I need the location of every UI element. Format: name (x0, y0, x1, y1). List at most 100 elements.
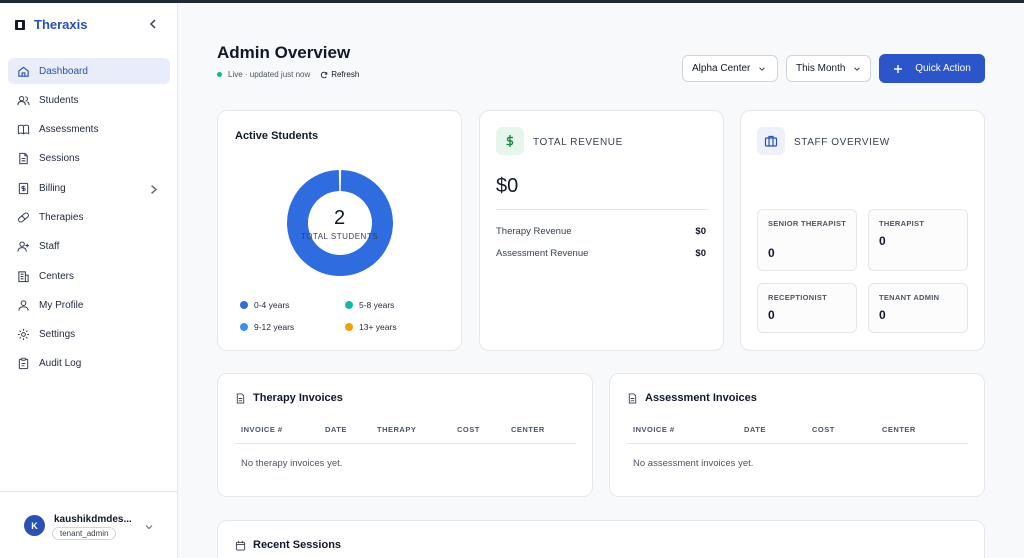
column-header[interactable]: CENTER (511, 425, 545, 434)
quick-action-button[interactable]: Quick Action (879, 54, 985, 83)
sidebar-item-settings[interactable]: Settings (8, 322, 170, 348)
column-header[interactable]: COST (457, 425, 480, 434)
revenue-total: $0 (496, 175, 519, 197)
user-role-badge: tenant_admin (52, 527, 117, 540)
assessment-revenue-label: Assessment Revenue (496, 248, 589, 259)
empty-state-text: No assessment invoices yet. (633, 458, 754, 469)
legend-label: 9-12 years (254, 322, 295, 332)
refresh-button[interactable]: Refresh (320, 70, 359, 79)
sidebar-item-audit-log[interactable]: Audit Log (8, 351, 170, 377)
briefcase-icon (764, 135, 778, 147)
column-header[interactable]: INVOICE # (633, 425, 675, 434)
user-plus-icon (17, 241, 30, 252)
pill-icon (18, 212, 29, 223)
sidebar-item-label: Billing (39, 182, 66, 194)
staff-role-label: THERAPIST (879, 219, 925, 228)
center-select[interactable]: Alpha Center (682, 55, 778, 82)
assessment-revenue-row: Assessment Revenue $0 (496, 248, 706, 259)
legend-item-5-8: 5-8 years (345, 300, 394, 310)
sidebar: Theraxis Dashboard Students Assessments … (0, 3, 178, 558)
building-icon (18, 270, 29, 282)
staff-role-card: THERAPIST 0 (868, 209, 968, 271)
column-header[interactable]: CENTER (882, 425, 916, 434)
table-header-divider (235, 443, 576, 444)
document-icon (628, 393, 637, 404)
staff-overview-label: STAFF OVERVIEW (794, 137, 890, 148)
legend-label: 0-4 years (254, 300, 290, 310)
book-icon (17, 124, 30, 135)
home-icon (18, 66, 29, 77)
legend-item-13-plus: 13+ years (345, 322, 397, 332)
dollar-icon (506, 135, 514, 147)
center-select-value: Alpha Center (692, 63, 751, 74)
sidebar-item-students[interactable]: Students (8, 87, 170, 113)
sidebar-nav: Dashboard Students Assessments Sessions … (8, 58, 170, 380)
live-status-text: Live · updated just now (228, 70, 311, 79)
page-title: Admin Overview (217, 43, 351, 62)
legend-dot (345, 301, 353, 309)
therapy-revenue-amount: $0 (695, 226, 706, 237)
refresh-icon (321, 71, 328, 78)
refresh-label: Refresh (331, 70, 360, 79)
legend-item-9-12: 9-12 years (240, 322, 294, 332)
column-header[interactable]: DATE (744, 425, 766, 434)
legend-label: 13+ years (359, 322, 397, 332)
legend-label: 5-8 years (359, 300, 395, 310)
column-header[interactable]: DATE (325, 425, 347, 434)
sidebar-item-label: Assessments (39, 124, 99, 136)
calendar-icon (235, 540, 246, 551)
sidebar-item-assessments[interactable]: Assessments (8, 117, 170, 143)
revenue-label: TOTAL REVENUE (533, 137, 623, 148)
recent-sessions-card: Recent Sessions (217, 520, 985, 558)
gear-icon (17, 329, 30, 341)
donut-total-value: 2 (333, 207, 346, 229)
column-header[interactable]: INVOICE # (241, 425, 283, 434)
sidebar-item-label: Students (39, 94, 79, 106)
staff-role-count: 0 (768, 246, 775, 260)
document-icon (19, 153, 28, 165)
therapy-revenue-label: Therapy Revenue (496, 226, 572, 237)
receipt-icon (18, 182, 29, 194)
column-header[interactable]: THERAPY (377, 425, 416, 434)
brand-name: Theraxis (34, 17, 88, 32)
chevron-left-icon (149, 19, 156, 29)
sidebar-item-staff[interactable]: Staff (8, 234, 170, 260)
chevron-right-icon (151, 185, 158, 195)
sidebar-item-billing[interactable]: Billing (8, 175, 170, 201)
brand[interactable]: Theraxis (14, 17, 87, 32)
staff-role-label: TENANT ADMIN (879, 293, 940, 302)
legend-dot (240, 323, 248, 331)
sidebar-item-label: Dashboard (39, 65, 88, 77)
clipboard-icon (18, 358, 29, 370)
active-students-card: Active Students 2 TOTAL STUDENTS 0-4 yea… (217, 110, 462, 351)
divider (496, 209, 708, 210)
revenue-icon-chip (496, 127, 524, 155)
column-header[interactable]: COST (812, 425, 835, 434)
staff-role-card: TENANT ADMIN 0 (868, 283, 968, 333)
table-header-divider (627, 443, 968, 444)
staff-role-count: 0 (879, 308, 886, 322)
chevron-down-icon (854, 66, 861, 71)
document-icon (236, 393, 245, 404)
staff-role-label: RECEPTIONIST (768, 293, 828, 302)
total-revenue-card: TOTAL REVENUE $0 Therapy Revenue $0 Asse… (479, 110, 724, 351)
sidebar-item-therapies[interactable]: Therapies (8, 204, 170, 230)
sidebar-item-my-profile[interactable]: My Profile (8, 292, 170, 318)
plus-icon (894, 64, 903, 73)
assessment-invoices-card: Assessment Invoices INVOICE # DATE COST … (609, 373, 985, 497)
sidebar-item-sessions[interactable]: Sessions (8, 146, 170, 172)
period-select[interactable]: This Month (786, 55, 871, 82)
brand-logo-icon (15, 19, 25, 30)
chevron-down-icon (145, 525, 153, 530)
chevron-down-icon (759, 66, 766, 71)
therapy-invoices-title: Therapy Invoices (253, 392, 343, 404)
staff-role-label: SENIOR THERAPIST (768, 219, 847, 228)
staff-icon-chip (757, 127, 785, 155)
sidebar-item-centers[interactable]: Centers (8, 263, 170, 289)
user-menu[interactable]: K kaushikdmdes... tenant_admin (0, 491, 178, 558)
users-icon (17, 95, 30, 105)
live-status: Live · updated just now Refresh (217, 70, 359, 79)
collapse-sidebar-button[interactable] (146, 17, 160, 31)
user-icon (18, 300, 29, 311)
sidebar-item-dashboard[interactable]: Dashboard (8, 58, 170, 84)
